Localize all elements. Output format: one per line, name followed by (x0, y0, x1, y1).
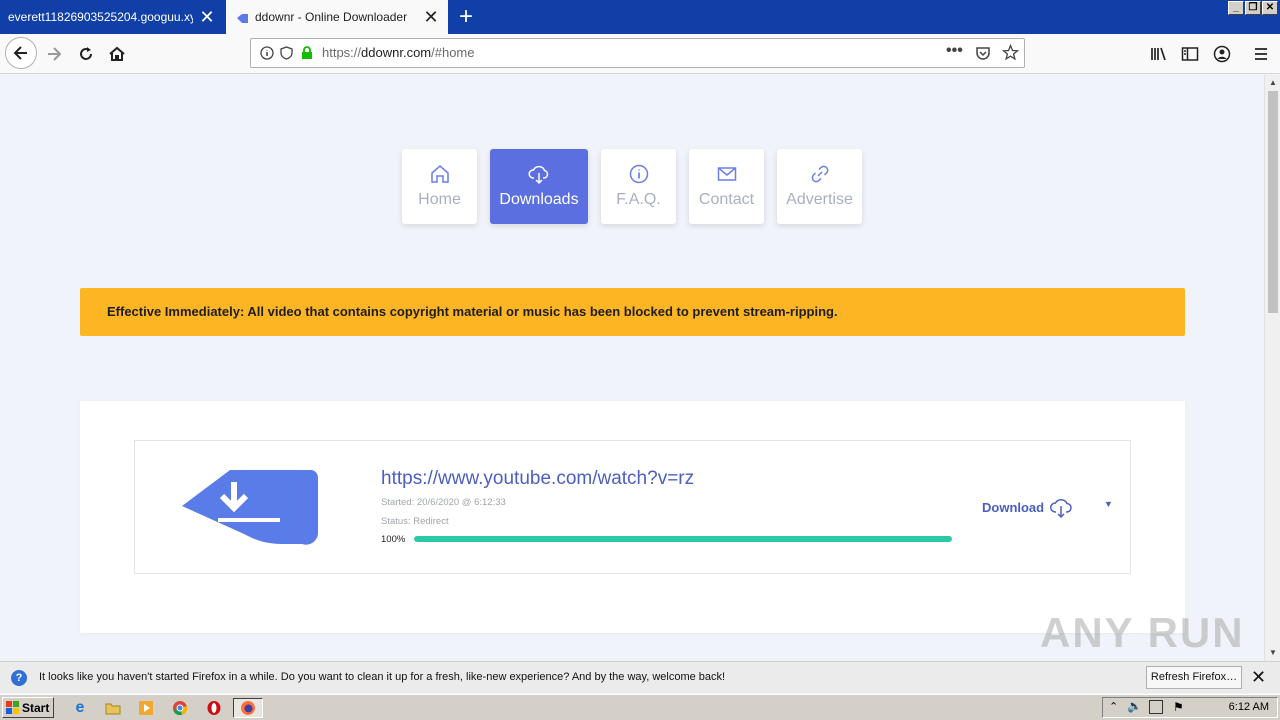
home-button[interactable] (103, 40, 131, 68)
link-icon (811, 165, 828, 183)
cloud-download-icon (528, 165, 549, 185)
refresh-firefox-button[interactable]: Refresh Firefox… (1146, 666, 1242, 689)
back-button[interactable] (5, 37, 37, 69)
downloads-panel: https://www.youtube.com/watch?v=rz Start… (80, 401, 1185, 633)
ellipsis-icon[interactable]: ••• (946, 42, 963, 60)
home-icon (430, 165, 449, 183)
action-center-flag-icon[interactable]: ⚑ (1173, 700, 1184, 714)
download-logo-icon (182, 470, 319, 545)
status-text: Status: Redirect (381, 516, 449, 527)
menu-item-downloads[interactable]: Downloads (490, 149, 588, 224)
started-timestamp: Started: 20/6/2020 @ 6:12:33 (381, 497, 506, 508)
sidebar-toggle-button[interactable] (1176, 40, 1204, 68)
reload-icon (80, 47, 92, 60)
url-bar[interactable]: https://ddownr.com/#home ••• (250, 38, 1025, 68)
lock-icon[interactable] (301, 46, 313, 63)
menu-item-home[interactable]: Home (402, 149, 477, 224)
new-tab-button[interactable]: + (452, 3, 480, 31)
ie-icon[interactable]: e (70, 698, 90, 718)
menu-item-label: Home (418, 191, 461, 208)
network-icon[interactable] (1149, 700, 1163, 714)
home-icon (109, 46, 125, 61)
download-button-label: Download (982, 499, 1045, 515)
bookmark-star-icon[interactable] (1001, 43, 1020, 64)
menu-item-advertise[interactable]: Advertise (777, 149, 862, 224)
menu-item-label: Contact (698, 191, 755, 208)
menu-item-label: F.A.Q. (616, 191, 661, 208)
firefox-refresh-notification: ? It looks like you haven't started Fire… (0, 661, 1280, 693)
reload-button[interactable] (72, 40, 100, 68)
clock: 6:12 AM (1228, 701, 1269, 713)
tab-title: ddownr - Online Downloader (255, 10, 408, 24)
page-content: Home Downloads F.A.Q. Contact Advertise … (0, 75, 1264, 661)
question-icon: ? (11, 670, 27, 686)
mail-icon (717, 167, 736, 181)
explorer-folder-icon[interactable] (103, 698, 123, 718)
menu-item-contact[interactable]: Contact (689, 149, 764, 224)
cloud-download-icon (1050, 499, 1072, 519)
windows-logo-icon (6, 701, 19, 714)
hamburger-icon (1255, 48, 1267, 60)
url-text: https://ddownr.com/#home (322, 45, 475, 60)
window-controls: _ ❐ ✕ (1228, 1, 1278, 15)
copyright-alert-banner: Effective Immediately: All video that co… (80, 288, 1185, 336)
tracking-shield-icon[interactable] (280, 46, 293, 63)
close-tab-icon[interactable]: ✕ (422, 8, 440, 26)
close-notification-icon[interactable]: ✕ (1251, 667, 1266, 687)
progress-fill (414, 536, 952, 542)
library-button[interactable] (1145, 40, 1173, 68)
download-button[interactable]: Download (982, 495, 1073, 519)
media-player-icon[interactable] (136, 698, 156, 718)
system-tray: ⌃ 🔈 ⚑ 6:12 AM (1102, 697, 1278, 718)
navigation-toolbar: https://ddownr.com/#home ••• (0, 34, 1280, 74)
scroll-up-icon[interactable]: ▲ (1265, 75, 1280, 91)
close-tab-icon[interactable]: ✕ (198, 8, 216, 26)
chrome-icon[interactable] (170, 698, 190, 718)
scrollbar-thumb[interactable] (1268, 91, 1278, 313)
minimize-button[interactable]: _ (1228, 1, 1244, 15)
tab-title: everett11826903525204.googuu.xyz/ (8, 10, 193, 24)
menu-item-faq[interactable]: F.A.Q. (601, 149, 676, 224)
account-icon (1213, 45, 1231, 63)
vertical-scrollbar[interactable]: ▲ ▼ (1264, 75, 1280, 661)
volume-icon[interactable]: 🔈 (1127, 699, 1142, 713)
pocket-icon[interactable] (975, 45, 991, 64)
show-hidden-icons-icon[interactable]: ⌃ (1109, 700, 1118, 713)
progress-percent: 100% (381, 534, 406, 545)
restore-button[interactable]: ❐ (1245, 1, 1261, 15)
menu-item-label: Downloads (499, 191, 579, 208)
download-url-link[interactable]: https://www.youtube.com/watch?v=rz (381, 468, 694, 490)
start-label: Start (22, 700, 50, 715)
menu-item-label: Advertise (786, 191, 853, 208)
back-arrow-icon (13, 46, 27, 60)
start-button[interactable]: Start (2, 697, 54, 718)
opera-icon[interactable] (204, 698, 224, 718)
anyrun-watermark: ANY RUN (1040, 609, 1245, 656)
forward-button[interactable] (40, 40, 68, 68)
progress-bar (414, 536, 952, 542)
ddownr-favicon-icon (236, 11, 249, 24)
notification-message: It looks like you haven't started Firefo… (39, 671, 726, 683)
windows-taskbar: Start e ⌃ 🔈 ⚑ 6:12 AM (0, 694, 1280, 720)
tab-bar: everett11826903525204.googuu.xyz/ ✕ ddow… (0, 0, 1280, 34)
scroll-down-icon[interactable]: ▼ (1265, 645, 1280, 661)
info-icon[interactable] (260, 46, 274, 63)
tab-inactive[interactable]: everett11826903525204.googuu.xyz/ ✕ (0, 0, 224, 34)
download-item: https://www.youtube.com/watch?v=rz Start… (134, 440, 1131, 574)
info-icon (629, 164, 648, 184)
sidebar-icon (1181, 47, 1199, 61)
chevron-down-icon[interactable]: ▼ (1104, 499, 1113, 509)
close-window-button[interactable]: ✕ (1262, 1, 1278, 15)
firefox-taskbar-icon[interactable] (233, 698, 263, 718)
app-menu-button[interactable] (1247, 40, 1275, 68)
account-button[interactable] (1208, 40, 1236, 68)
tab-active[interactable]: ddownr - Online Downloader ✕ (226, 0, 448, 34)
library-icon (1151, 47, 1166, 61)
forward-arrow-icon (48, 47, 62, 61)
